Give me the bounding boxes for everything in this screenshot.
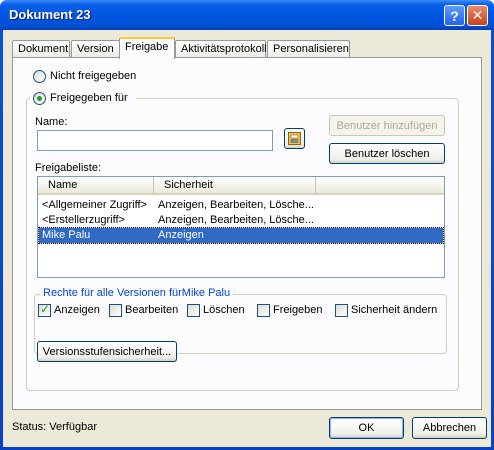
version-security-button[interactable]: Versionsstufensicherheit... bbox=[37, 341, 177, 362]
browse-users-button[interactable] bbox=[284, 128, 305, 149]
rights-title: Rechte für alle Versionen fürMike Palu bbox=[40, 287, 234, 299]
tab-personalisieren[interactable]: Personalisieren bbox=[267, 40, 350, 58]
address-book-icon bbox=[288, 132, 301, 145]
right-security-label: Sicherheit ändern bbox=[351, 304, 438, 316]
tab-version[interactable]: Version bbox=[71, 40, 120, 58]
right-view-checkbox[interactable] bbox=[38, 302, 51, 317]
tab-dokument[interactable]: Dokument bbox=[12, 40, 70, 58]
cancel-button[interactable]: Abbrechen bbox=[412, 417, 487, 439]
right-edit-label: Bearbeiten bbox=[125, 304, 179, 316]
list-item[interactable]: <Erstellerzugriff> Anzeigen, Bearbeiten,… bbox=[39, 213, 443, 228]
close-icon: ✕ bbox=[471, 7, 484, 23]
right-share-label: Freigeben bbox=[273, 304, 323, 316]
help-icon: ? bbox=[450, 7, 459, 24]
share-list[interactable]: Name Sicherheit <Allgemeiner Zugriff> An… bbox=[37, 176, 445, 278]
right-view-label: Anzeigen bbox=[54, 304, 100, 316]
row-name: Mike Palu bbox=[42, 229, 91, 241]
column-name[interactable]: Name bbox=[38, 177, 154, 194]
not-shared-label: Nicht freigegeben bbox=[50, 70, 137, 82]
delete-user-button[interactable]: Benutzer löschen bbox=[329, 143, 445, 164]
tab-aktivitaetsprotokoll[interactable]: Aktivitätsprotokoll bbox=[175, 40, 267, 58]
status-text: Status: Verfügbar bbox=[12, 421, 97, 433]
right-delete-checkbox[interactable] bbox=[187, 304, 200, 317]
not-shared-radio[interactable] bbox=[33, 70, 46, 83]
right-delete-label: Löschen bbox=[203, 304, 245, 316]
ok-button[interactable]: OK bbox=[329, 417, 404, 439]
row-security: Anzeigen, Bearbeiten, Lösche... bbox=[158, 214, 314, 226]
row-name: <Allgemeiner Zugriff> bbox=[42, 199, 147, 211]
help-button[interactable]: ? bbox=[444, 5, 465, 26]
row-security: Anzeigen, Bearbeiten, Lösche... bbox=[158, 199, 314, 211]
list-item[interactable]: <Allgemeiner Zugriff> Anzeigen, Bearbeit… bbox=[39, 198, 443, 213]
share-list-header: Name Sicherheit bbox=[38, 177, 444, 195]
row-name: <Erstellerzugriff> bbox=[42, 214, 125, 226]
dialog-window: Dokument 23 ? ✕ Dokument Version Freigab… bbox=[0, 0, 494, 450]
share-list-label: Freigabeliste: bbox=[35, 162, 102, 174]
dialog-client: Dokument Version Freigabe Aktivitätsprot… bbox=[3, 30, 491, 447]
shared-for-label: Freigegeben für bbox=[50, 92, 128, 104]
row-security: Anzeigen bbox=[158, 229, 204, 241]
name-input[interactable] bbox=[37, 130, 273, 151]
add-user-button[interactable]: Benutzer hinzufügen bbox=[329, 115, 445, 136]
freigabe-panel: Nicht freigegeben Freigegeben für Name: … bbox=[12, 57, 482, 410]
right-edit-checkbox[interactable] bbox=[109, 304, 122, 317]
shared-for-radio[interactable] bbox=[33, 92, 46, 105]
close-button[interactable]: ✕ bbox=[467, 5, 488, 26]
title-bar[interactable]: Dokument 23 ? ✕ bbox=[0, 0, 494, 30]
right-security-checkbox[interactable] bbox=[335, 304, 348, 317]
right-share-checkbox[interactable] bbox=[257, 304, 270, 317]
window-title: Dokument 23 bbox=[9, 7, 91, 22]
tab-freigabe[interactable]: Freigabe bbox=[119, 37, 175, 59]
column-security[interactable]: Sicherheit bbox=[154, 177, 316, 194]
list-item-selected[interactable]: Mike Palu Anzeigen bbox=[38, 227, 444, 244]
name-label: Name: bbox=[35, 116, 68, 128]
